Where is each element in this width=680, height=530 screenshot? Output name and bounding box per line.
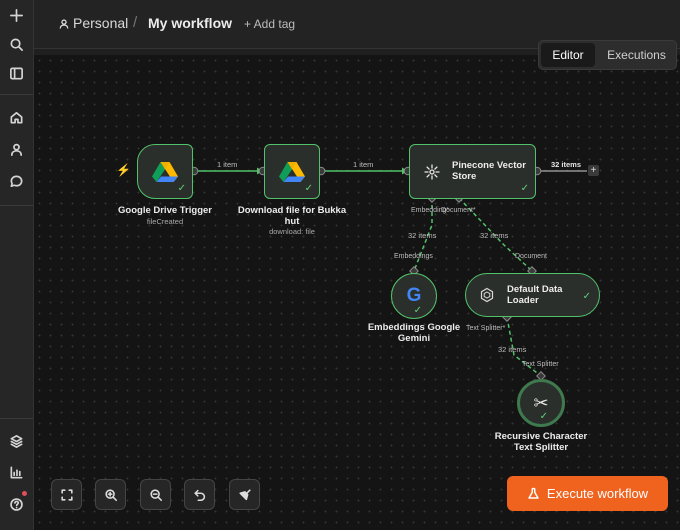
add-tag-button[interactable]: + Add tag <box>244 17 295 31</box>
sidebar-divider <box>0 94 33 95</box>
edge-item-count: 1 item <box>217 160 238 169</box>
sidebar-divider <box>0 205 33 206</box>
node-subtitle: download: file <box>269 227 315 236</box>
execute-workflow-label: Execute workflow <box>546 486 649 501</box>
edge-item-count: 32 items <box>551 160 582 169</box>
google-drive-icon <box>279 161 305 182</box>
undo-icon <box>193 489 205 501</box>
panel-toggle-icon[interactable] <box>4 61 28 85</box>
success-check-icon: ✓ <box>582 291 591 302</box>
edge-item-count: 32 items <box>498 345 527 354</box>
view-toggle: Editor Executions <box>538 40 677 70</box>
pinecone-icon <box>424 164 440 180</box>
tidy-up-button[interactable] <box>229 479 260 510</box>
port-label-document: Document* <box>441 207 476 214</box>
tab-editor[interactable]: Editor <box>541 43 595 67</box>
user-icon <box>58 17 70 29</box>
home-icon[interactable] <box>4 105 28 129</box>
undo-button[interactable] <box>184 479 215 510</box>
flask-icon <box>528 487 539 499</box>
fit-view-icon <box>60 488 73 501</box>
port-label-text-splitter: Text Splitter <box>522 361 559 368</box>
node-subtitle: fileCreated <box>146 217 184 226</box>
port-label-text-splitter: Text Splitter* <box>466 325 506 332</box>
zoom-in-icon <box>104 488 117 501</box>
node-recursive-text-splitter[interactable]: ✂ ✓ <box>517 379 565 427</box>
breadcrumb-project[interactable]: Personal <box>73 15 128 31</box>
google-drive-icon <box>152 161 178 182</box>
port-label-embeddings: Embeddings <box>394 253 433 260</box>
edge-item-count: 32 items <box>480 231 509 240</box>
data-loader-icon <box>480 287 494 303</box>
node-label: Embeddings Google Gemini <box>367 322 461 344</box>
user-icon[interactable] <box>4 137 28 161</box>
notification-dot <box>22 491 27 496</box>
edge-item-count: 1 item <box>353 160 374 169</box>
success-check-icon: ✓ <box>177 183 186 194</box>
workflow-canvas[interactable]: ⚡ ✓ Google Drive Trigger fileCreated ✓ D… <box>34 55 680 530</box>
node-download-file[interactable]: ✓ <box>264 144 320 199</box>
templates-icon[interactable] <box>4 429 28 453</box>
success-check-icon: ✓ <box>304 183 313 194</box>
insights-chart-icon[interactable] <box>4 460 28 484</box>
tab-executions[interactable]: Executions <box>599 43 674 67</box>
success-check-icon: ✓ <box>539 411 548 422</box>
add-node-plus-button[interactable]: + <box>588 165 599 176</box>
breadcrumb-separator: / <box>133 14 138 31</box>
zoom-in-button[interactable] <box>95 479 126 510</box>
sidebar-divider <box>0 418 33 419</box>
node-pinecone-vector-store[interactable]: Pinecone Vector Store ✓ <box>409 144 536 199</box>
plus-icon[interactable] <box>4 3 28 27</box>
node-label: Pinecone Vector Store <box>452 160 526 182</box>
sidebar <box>0 0 34 530</box>
success-check-icon: ✓ <box>413 305 422 316</box>
node-default-data-loader[interactable]: Default Data Loader ✓ <box>465 273 600 317</box>
node-label: Default Data Loader <box>507 284 563 306</box>
google-g-icon: G <box>406 285 422 306</box>
port-label-document: Document <box>515 253 547 260</box>
broom-icon <box>238 488 251 500</box>
node-label: Google Drive Trigger <box>118 205 212 216</box>
trigger-bolt-icon: ⚡ <box>116 163 131 177</box>
node-google-drive-trigger[interactable]: ✓ <box>137 144 193 199</box>
search-icon[interactable] <box>4 32 28 56</box>
edge-item-count: 32 items <box>408 231 437 240</box>
zoom-out-icon <box>149 488 162 501</box>
workflow-title[interactable]: My workflow <box>148 15 232 31</box>
chat-icon[interactable] <box>4 169 28 193</box>
fit-view-button[interactable] <box>51 479 82 510</box>
node-embeddings-google-gemini[interactable]: G ✓ <box>391 273 437 319</box>
node-label: Download file for Bukka hut <box>237 205 347 227</box>
success-check-icon: ✓ <box>520 183 529 194</box>
node-label: Recursive Character Text Splitter <box>494 431 588 453</box>
zoom-out-button[interactable] <box>140 479 171 510</box>
execute-workflow-button[interactable]: Execute workflow <box>507 476 668 511</box>
